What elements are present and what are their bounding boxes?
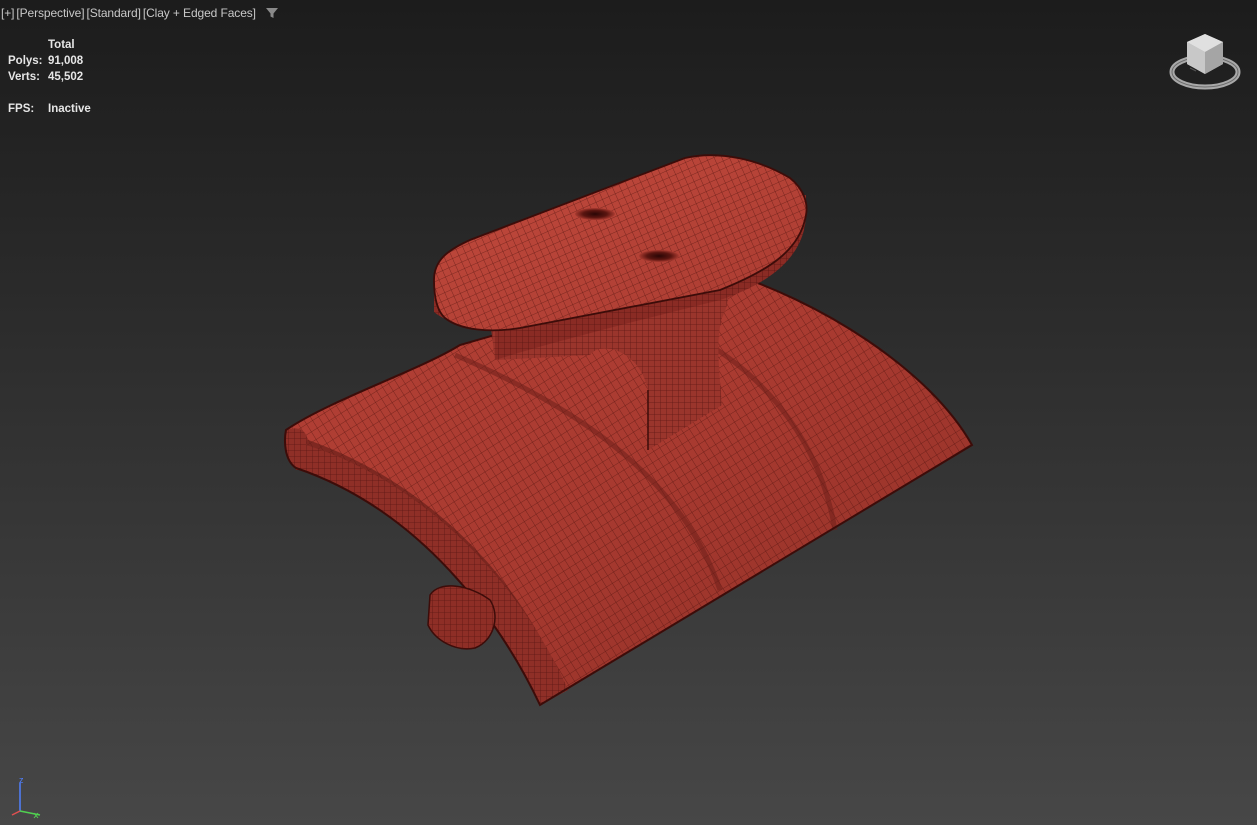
viewcube[interactable]: [1168, 30, 1242, 96]
mesh-model[interactable]: [0, 0, 1257, 825]
mount-hole: [575, 208, 615, 220]
mount-hole: [639, 250, 679, 262]
axis-tripod-icon: z: [11, 775, 41, 819]
perspective-viewport[interactable]: [+] [Perspective] [Standard] [Clay + Edg…: [0, 0, 1257, 825]
viewcube-icon[interactable]: [1168, 30, 1242, 96]
axis-z-label: z: [19, 775, 24, 785]
